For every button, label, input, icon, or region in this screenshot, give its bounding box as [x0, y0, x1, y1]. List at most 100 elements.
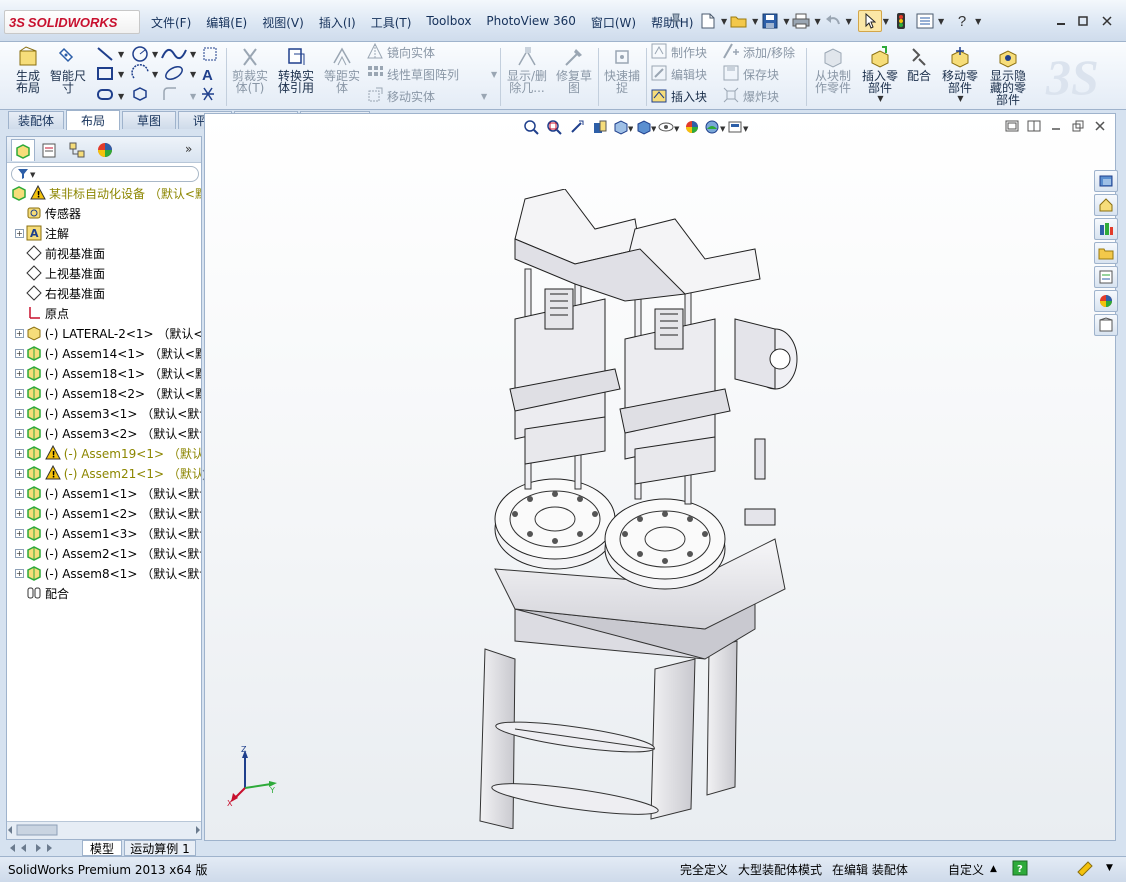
tree-node[interactable]: + (-) Assem1<1> （默认<默认 [15, 483, 201, 503]
tree-node[interactable]: + (-) Assem3<1> （默认<默认 [15, 403, 201, 423]
edit-appearance-icon[interactable] [680, 117, 703, 137]
home-icon[interactable] [1094, 194, 1118, 216]
previous-view-icon[interactable] [565, 117, 588, 137]
section-view-icon[interactable] [588, 117, 611, 137]
tree-node[interactable]: 传感器 [15, 203, 201, 223]
appearances-icon[interactable] [1094, 290, 1118, 312]
smart-dimension-button[interactable]: 智能尺 寸 [48, 45, 88, 94]
minimize-icon[interactable] [1052, 12, 1070, 30]
print-icon[interactable] [789, 10, 813, 32]
view-orientation-icon[interactable]: ▼ [611, 117, 634, 137]
new-icon[interactable] [696, 10, 720, 32]
tab-motion-study[interactable]: 运动算例 1 [124, 840, 196, 856]
property-manager-icon[interactable] [37, 139, 61, 161]
tree-node[interactable]: + A 注解 [15, 223, 201, 243]
custom-properties-icon[interactable] [1094, 314, 1118, 336]
configuration-manager-icon[interactable] [65, 139, 89, 161]
tree-node[interactable]: + (-) Assem14<1> （默认<默认 [15, 343, 201, 363]
tab-1[interactable]: 布局 [66, 110, 120, 130]
expand-toggle-icon[interactable]: + [15, 428, 24, 438]
expand-toggle-icon[interactable]: + [15, 488, 24, 498]
viewport-restore-icon[interactable] [1069, 118, 1087, 134]
tree-node[interactable]: + (-) Assem3<2> （默认<默认 [15, 423, 201, 443]
options-dropdown-icon[interactable]: ▼ [938, 17, 944, 26]
expand-toggle-icon[interactable]: + [15, 468, 24, 478]
graphics-area[interactable]: ▼ ▼ ▼ ▼ ▼ Z Y X [204, 113, 1116, 841]
offset-entities-button[interactable]: 等距实 体 [322, 45, 362, 94]
make-block-button[interactable]: 制作块 [650, 42, 707, 62]
linear-pattern-button[interactable]: 线性草图阵列 ▼ [366, 64, 497, 84]
menu-item-4[interactable]: 工具(T) [365, 12, 421, 34]
assembly-model-render[interactable] [455, 189, 835, 829]
zoom-to-area-icon[interactable] [542, 117, 565, 137]
viewport-close-icon[interactable] [1091, 118, 1109, 134]
expand-toggle-icon[interactable]: + [15, 228, 24, 238]
solidworks-logo[interactable]: 3S SOLIDWORKS [4, 10, 140, 34]
expand-toggle-icon[interactable]: + [15, 568, 24, 578]
tree-node[interactable]: 右视基准面 [15, 283, 201, 303]
tab-2[interactable]: 草图 [122, 111, 176, 129]
menu-item-3[interactable]: 插入(I) [313, 12, 365, 34]
expand-toggle-icon[interactable]: + [15, 408, 24, 418]
tree-node[interactable]: + (-) Assem1<3> （默认<默认 [15, 523, 201, 543]
tree-node[interactable]: 上视基准面 [15, 263, 201, 283]
tree-node[interactable]: + (-) Assem8<1> （默认<默认 [15, 563, 201, 583]
insert-block-button[interactable]: 插入块 [650, 86, 707, 106]
undo-icon[interactable] [821, 10, 845, 32]
units-selector[interactable]: 自定义 [948, 861, 984, 878]
mirror-entities-button[interactable]: 镜向实体 [366, 42, 435, 62]
file-explorer-icon[interactable] [1094, 242, 1118, 264]
menu-item-5[interactable]: Toolbox [420, 12, 480, 34]
close-icon[interactable] [1098, 12, 1116, 30]
tab-model[interactable]: 模型 [82, 840, 122, 856]
maximize-icon[interactable] [1074, 12, 1092, 30]
move-entities-button[interactable]: 移动实体 ▼ [366, 86, 487, 106]
status-dropdown-icon[interactable]: ▼ [1106, 863, 1113, 873]
trim-entities-button[interactable]: 剪裁实 体(T) [230, 45, 270, 94]
tree-node[interactable]: + (-) LATERAL-2<1> （默认<< [15, 323, 201, 343]
tree-node[interactable]: + (-) Assem18<1> （默认<默认 [15, 363, 201, 383]
tree-node[interactable]: 前视基准面 [15, 243, 201, 263]
linear-pattern-dropdown-icon[interactable]: ▼ [491, 70, 497, 79]
design-library-icon[interactable] [1094, 218, 1118, 240]
tree-node[interactable]: 原点 [15, 303, 201, 323]
convert-entities-button[interactable]: 转换实 体引用 [276, 45, 316, 94]
view-palette-icon[interactable] [1094, 266, 1118, 288]
tree-node[interactable]: 配合 [15, 583, 201, 603]
apply-scene-icon[interactable]: ▼ [703, 117, 726, 137]
expand-toggle-icon[interactable]: + [15, 528, 24, 538]
add-remove-block-button[interactable]: 添加/移除 [722, 42, 795, 62]
save-block-button[interactable]: 保存块 [722, 64, 779, 84]
featuremanager-tree-icon[interactable] [11, 139, 35, 161]
viewport-split-icon[interactable] [1025, 118, 1043, 134]
viewport-minimize-icon[interactable] [1047, 118, 1065, 134]
expand-toggle-icon[interactable]: + [15, 508, 24, 518]
save-icon[interactable] [758, 10, 782, 32]
expand-toggle-icon[interactable]: + [15, 448, 24, 458]
tab-nav-arrows[interactable] [6, 840, 80, 856]
menu-item-1[interactable]: 编辑(E) [200, 12, 256, 34]
units-dropdown-icon[interactable]: ▲ [990, 864, 997, 874]
options-icon[interactable] [913, 10, 937, 32]
repair-sketch-button[interactable]: 修复草 图 [554, 45, 594, 94]
explode-block-button[interactable]: 爆炸块 [722, 86, 779, 106]
expand-toggle-icon[interactable]: + [15, 548, 24, 558]
panel-horizontal-scrollbar[interactable] [7, 821, 201, 839]
tree-filter-input[interactable]: ▼ [11, 166, 199, 182]
show-hidden-components-button[interactable]: 显示隐 藏的零 部件 [986, 45, 1030, 106]
rebuild-status-icon[interactable] [1076, 860, 1094, 879]
help-dropdown-icon[interactable]: ▼ [975, 17, 981, 26]
tree-node[interactable]: + (-) Assem2<1> （默认<默认 [15, 543, 201, 563]
rebuild-icon[interactable] [889, 10, 913, 32]
insert-components-button[interactable]: 插入零 部件 ▼ [858, 45, 902, 103]
tree-root-assembly[interactable]: ! 某非标自动化设备 （默认<默认 [11, 183, 201, 203]
move-entities-dropdown-icon[interactable]: ▼ [481, 92, 487, 101]
tree-node[interactable]: + (-) Assem1<2> （默认<默认 [15, 503, 201, 523]
edit-block-button[interactable]: 编辑块 [650, 64, 707, 84]
expand-toggle-icon[interactable]: + [15, 348, 24, 358]
expand-toggle-icon[interactable]: + [15, 328, 24, 338]
solidworks-resources-icon[interactable] [1094, 170, 1118, 192]
menu-item-2[interactable]: 视图(V) [256, 12, 313, 34]
menu-item-7[interactable]: 窗口(W) [585, 12, 645, 34]
view-settings-icon[interactable]: ▼ [726, 117, 749, 137]
